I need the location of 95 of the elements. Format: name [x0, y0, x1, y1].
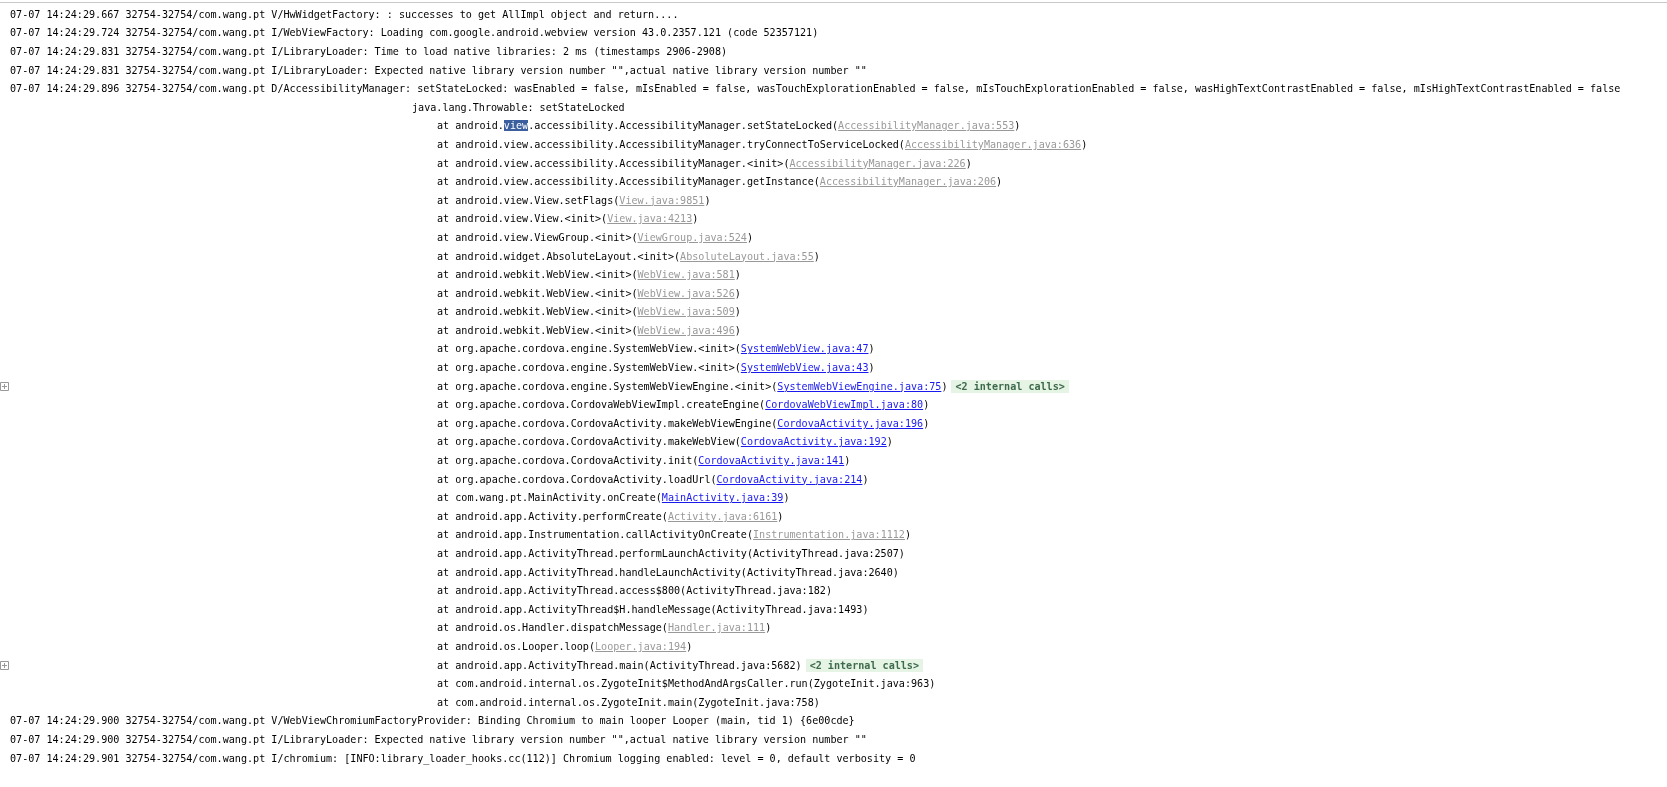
closing-paren: ) — [783, 492, 790, 504]
log-line: 07-07 14:24:29.667 32754-32754/com.wang.pt V/HwWidgetFactory: : successes to get AllImpl object and return.... — [10, 8, 679, 20]
source-link[interactable]: MainActivity.java:39 — [661, 492, 784, 504]
closing-paren: ) — [692, 213, 699, 225]
expand-icon[interactable] — [0, 381, 9, 391]
stack-frame-text: at com.android.internal.os.ZygoteInit$MethodAndArgsCaller.run(ZygoteInit.java:963) — [437, 678, 936, 690]
log-line: 07-07 14:24:29.724 32754-32754/com.wang.pt I/WebViewFactory: Loading com.google.android.webview version 43.0.2357.121 (code 52357121) — [10, 27, 819, 39]
log-line: 07-07 14:24:29.900 32754-32754/com.wang.pt I/LibraryLoader: Expected native library version number "",actual native library version number "" — [10, 733, 867, 745]
stack-frame-text: at android.view.accessibility.AccessibilityManager.getInstance( — [437, 176, 820, 188]
source-link[interactable]: CordovaWebViewImpl.java:80 — [765, 399, 924, 411]
log-line: 07-07 14:24:29.896 32754-32754/com.wang.pt D/AccessibilityManager: setStateLocked: wasEnabled = false, mIsEnabled = false, wasTouchExplorationEnabled = false, mIsTouchExplorationEnabled = false, wasHighTextContrastEnabled = false, mIsHighTextContrastEnabled = false — [10, 83, 1621, 95]
source-link[interactable]: CordovaActivity.java:214 — [716, 473, 863, 485]
source-link[interactable]: AccessibilityManager.java:226 — [789, 157, 966, 169]
stack-frame-text: at org.apache.cordova.CordovaActivity.makeWebView( — [437, 436, 741, 448]
source-link[interactable]: AccessibilityManager.java:553 — [838, 120, 1015, 132]
stack-frame-text: at org.apache.cordova.CordovaWebViewImpl.createEngine( — [437, 399, 766, 411]
source-link[interactable]: WebView.java:496 — [637, 324, 735, 336]
internal-calls-badge[interactable]: <2 internal calls> — [805, 658, 923, 672]
stack-frame-text: at android.app.Instrumentation.callActivityOnCreate( — [437, 529, 753, 541]
closing-paren: ) — [862, 473, 869, 485]
stack-frame-text: at org.apache.cordova.CordovaActivity.init( — [437, 455, 699, 467]
stack-frame-text: at org.apache.cordova.engine.SystemWebViewEngine.<init>( — [437, 380, 778, 392]
closing-paren: ) — [996, 176, 1003, 188]
stack-frame-text: at org.apache.cordova.engine.SystemWebView.<init>( — [437, 362, 741, 374]
stack-frame-text: at android.app.ActivityThread.performLaunchActivity(ActivityThread.java:2507) — [437, 548, 905, 559]
source-link[interactable]: SystemWebView.java:43 — [740, 362, 869, 374]
closing-paren: ) — [923, 417, 930, 429]
stack-frame-text: at android.view.ViewGroup.<init>( — [437, 231, 638, 243]
closing-paren: ) — [734, 324, 741, 336]
internal-calls-badge[interactable]: <2 internal calls> — [951, 379, 1069, 393]
source-link[interactable]: Looper.java:194 — [595, 641, 687, 652]
source-link[interactable]: CordovaActivity.java:141 — [698, 455, 845, 467]
stack-frame-text: at android.app.ActivityThread.main(ActivityThread.java:5682) — [437, 659, 802, 671]
stack-frame-text: at android.webkit.WebView.<init>( — [437, 287, 638, 299]
source-link[interactable]: Instrumentation.java:1112 — [753, 529, 905, 541]
stack-frame-text: at com.wang.pt.MainActivity.onCreate( — [437, 492, 662, 504]
exception-header: java.lang.Throwable: setStateLocked — [412, 101, 625, 113]
stack-frame-text: at org.apache.cordova.engine.SystemWebView.<init>( — [437, 343, 741, 355]
closing-paren: ) — [734, 287, 741, 299]
stack-frame-text: at org.apache.cordova.CordovaActivity.loadUrl( — [437, 473, 717, 485]
log-line: 07-07 14:24:29.831 32754-32754/com.wang.pt I/LibraryLoader: Time to load native libraries: 2 ms (timestamps 2906-2908) — [10, 46, 728, 57]
stack-frame-text: at android.webkit.WebView.<init>( — [437, 306, 638, 318]
closing-paren: ) — [686, 641, 693, 652]
stack-frame-text: at android.webkit.WebView.<init>( — [437, 269, 638, 281]
stack-frame-text: at android.app.ActivityThread.handleLaunchActivity(ActivityThread.java:2640) — [437, 566, 899, 578]
stack-frame-text: at android.app.Activity.performCreate( — [437, 510, 668, 522]
stack-frame-text: at android.os.Handler.dispatchMessage( — [437, 622, 668, 634]
stack-frame-text: at android.app.ActivityThread$H.handleMessage(ActivityThread.java:1493) — [437, 603, 869, 615]
stack-frame-text: at android.view.accessibility.AccessibilityManager.<init>( — [437, 157, 790, 169]
stack-frame-text: at android.view.accessibility.AccessibilityManager.setStateLocked( — [437, 120, 839, 132]
stack-frame-text: at com.android.internal.os.ZygoteInit.main(ZygoteInit.java:758) — [437, 696, 820, 708]
log-line: 07-07 14:24:29.900 32754-32754/com.wang.pt V/WebViewChromiumFactoryProvider: Binding Chromium to main looper Looper (main, tid 1) {6e00cde} — [10, 715, 855, 727]
source-link[interactable]: ViewGroup.java:524 — [637, 231, 747, 243]
closing-paren: ) — [844, 455, 851, 467]
closing-paren: ) — [765, 622, 772, 634]
source-link[interactable]: AccessibilityManager.java:206 — [819, 176, 997, 188]
source-link[interactable]: Activity.java:6161 — [667, 510, 778, 522]
closing-paren: ) — [734, 306, 741, 318]
stack-frame-text: at android.widget.AbsoluteLayout.<init>( — [437, 250, 681, 262]
closing-paren: ) — [868, 343, 875, 355]
source-link[interactable]: View.java:9851 — [619, 194, 705, 206]
source-link[interactable]: View.java:4213 — [607, 213, 693, 225]
closing-paren: ) — [813, 250, 820, 262]
closing-paren: ) — [923, 399, 930, 411]
stack-frame-text: at android.app.ActivityThread.access$800(ActivityThread.java:182) — [437, 585, 832, 597]
source-link[interactable]: CordovaActivity.java:192 — [740, 436, 887, 448]
stack-frame-text: at android.view.accessibility.AccessibilityManager.tryConnectToServiceLocked( — [437, 138, 905, 150]
log-line: 07-07 14:24:29.901 32754-32754/com.wang.pt I/chromium: [INFO:library_loader_hooks.cc(112)] Chromium logging enabled: level = 0, default verbosity = 0 — [10, 752, 916, 764]
stack-frame-text: at android.view.View.<init>( — [437, 213, 608, 225]
log-line: 07-07 14:24:29.831 32754-32754/com.wang.pt I/LibraryLoader: Expected native library version number "",actual native library version number "" — [10, 64, 867, 76]
stack-frame-text: at android.webkit.WebView.<init>( — [437, 324, 638, 336]
source-link[interactable]: CordovaActivity.java:196 — [777, 417, 924, 429]
source-link[interactable]: WebView.java:581 — [637, 269, 735, 281]
source-link[interactable]: AbsoluteLayout.java:55 — [680, 250, 814, 262]
source-link[interactable]: SystemWebViewEngine.java:75 — [777, 380, 942, 392]
source-link[interactable]: AccessibilityManager.java:636 — [904, 138, 1082, 150]
closing-paren: ) — [886, 436, 893, 448]
closing-paren: ) — [868, 362, 875, 374]
source-link[interactable]: Handler.java:111 — [667, 622, 766, 634]
closing-paren: ) — [965, 157, 972, 169]
source-link[interactable]: WebView.java:509 — [637, 306, 735, 318]
closing-paren: ) — [1081, 138, 1088, 150]
closing-paren: ) — [1014, 120, 1021, 132]
stack-frame-text: at org.apache.cordova.CordovaActivity.makeWebViewEngine( — [437, 417, 778, 429]
closing-paren: ) — [941, 380, 948, 392]
closing-paren: ) — [734, 269, 741, 281]
source-link[interactable]: SystemWebView.java:47 — [740, 343, 869, 355]
closing-paren: ) — [904, 529, 912, 541]
source-link[interactable]: WebView.java:526 — [637, 287, 735, 299]
closing-paren: ) — [704, 194, 711, 206]
stack-frame-text: at android.view.View.setFlags( — [437, 194, 620, 206]
expand-icon[interactable] — [0, 660, 9, 670]
closing-paren: ) — [746, 231, 753, 243]
closing-paren: ) — [777, 510, 784, 522]
stack-frame-text: at android.os.Looper.loop( — [437, 641, 595, 652]
